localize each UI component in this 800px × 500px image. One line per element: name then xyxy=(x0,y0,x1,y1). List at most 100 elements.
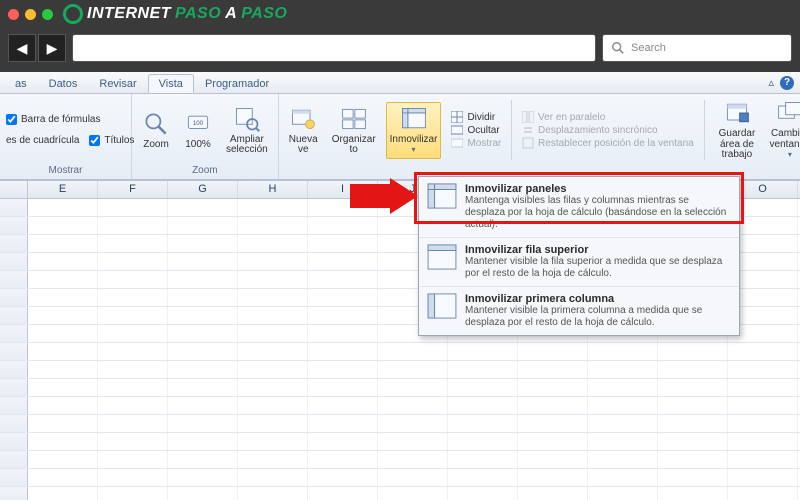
cell[interactable] xyxy=(728,343,798,360)
cell[interactable] xyxy=(658,469,728,486)
cell[interactable] xyxy=(658,487,728,500)
cell[interactable] xyxy=(28,469,98,486)
cell[interactable] xyxy=(518,379,588,396)
cell[interactable] xyxy=(238,217,308,234)
cell[interactable] xyxy=(308,451,378,468)
cell[interactable] xyxy=(98,253,168,270)
cell[interactable] xyxy=(308,469,378,486)
cell[interactable] xyxy=(308,343,378,360)
cell[interactable] xyxy=(238,199,308,216)
cell[interactable] xyxy=(98,217,168,234)
cell[interactable] xyxy=(28,235,98,252)
cell[interactable] xyxy=(448,379,518,396)
tab-partial[interactable]: as xyxy=(4,74,38,92)
cell[interactable] xyxy=(28,415,98,432)
zoom-button[interactable]: Zoom xyxy=(138,107,174,154)
cell[interactable] xyxy=(168,307,238,324)
cell[interactable] xyxy=(308,397,378,414)
cell[interactable] xyxy=(728,379,798,396)
cell[interactable] xyxy=(518,451,588,468)
cell[interactable] xyxy=(28,325,98,342)
zoom-selection-button[interactable]: Ampliar selección xyxy=(222,102,272,159)
close-window-icon[interactable] xyxy=(8,9,19,20)
browser-search[interactable]: Search xyxy=(602,34,792,62)
cell[interactable] xyxy=(98,235,168,252)
cell[interactable] xyxy=(308,325,378,342)
row-header[interactable] xyxy=(0,469,28,486)
cell[interactable] xyxy=(658,451,728,468)
cell[interactable] xyxy=(518,397,588,414)
row-header[interactable] xyxy=(0,415,28,432)
col-header[interactable]: F xyxy=(98,181,168,198)
cell[interactable] xyxy=(168,325,238,342)
cell[interactable] xyxy=(238,487,308,500)
col-header[interactable]: H xyxy=(238,181,308,198)
tab-vista[interactable]: Vista xyxy=(148,74,194,93)
cell[interactable] xyxy=(168,433,238,450)
cell[interactable] xyxy=(378,361,448,378)
cell[interactable] xyxy=(98,487,168,500)
cell[interactable] xyxy=(588,469,658,486)
cell[interactable] xyxy=(98,361,168,378)
cell[interactable] xyxy=(588,415,658,432)
cell[interactable] xyxy=(98,343,168,360)
cell[interactable] xyxy=(518,415,588,432)
switch-windows-button[interactable]: Cambiar ventanas ▾ xyxy=(766,96,800,164)
freeze-top-row-option[interactable]: Inmovilizar fila superior Mantener visib… xyxy=(419,238,739,287)
cell[interactable] xyxy=(658,415,728,432)
cell[interactable] xyxy=(448,487,518,500)
minimize-window-icon[interactable] xyxy=(25,9,36,20)
cell[interactable] xyxy=(28,487,98,500)
cell[interactable] xyxy=(28,451,98,468)
row-header[interactable] xyxy=(0,271,28,288)
cell[interactable] xyxy=(238,379,308,396)
cell[interactable] xyxy=(588,379,658,396)
cell[interactable] xyxy=(238,415,308,432)
cell[interactable] xyxy=(98,199,168,216)
cell[interactable] xyxy=(588,361,658,378)
cell[interactable] xyxy=(168,253,238,270)
cell[interactable] xyxy=(448,415,518,432)
split-button[interactable]: Dividir xyxy=(451,111,501,123)
tab-revisar[interactable]: Revisar xyxy=(88,74,147,92)
cell[interactable] xyxy=(448,469,518,486)
row-header[interactable] xyxy=(0,487,28,500)
chk-titles[interactable]: Títulos xyxy=(89,135,134,146)
cell[interactable] xyxy=(518,487,588,500)
cell[interactable] xyxy=(378,433,448,450)
cell[interactable] xyxy=(728,469,798,486)
select-all-corner[interactable] xyxy=(0,181,28,198)
col-header[interactable]: G xyxy=(168,181,238,198)
cell[interactable] xyxy=(588,433,658,450)
cell[interactable] xyxy=(168,199,238,216)
cell[interactable] xyxy=(308,487,378,500)
cell[interactable] xyxy=(168,397,238,414)
freeze-first-col-option[interactable]: Inmovilizar primera columna Mantener vis… xyxy=(419,287,739,335)
cell[interactable] xyxy=(378,379,448,396)
row-header[interactable] xyxy=(0,397,28,414)
cell[interactable] xyxy=(308,253,378,270)
cell[interactable] xyxy=(28,271,98,288)
row-header[interactable] xyxy=(0,253,28,270)
chk-formula-bar[interactable]: Barra de fórmulas xyxy=(6,114,100,125)
cell[interactable] xyxy=(168,289,238,306)
cell[interactable] xyxy=(308,217,378,234)
chk-formula-bar-input[interactable] xyxy=(6,114,17,125)
cell[interactable] xyxy=(238,289,308,306)
arrange-button[interactable]: Organizar to xyxy=(328,102,380,159)
cell[interactable] xyxy=(168,271,238,288)
row-header[interactable] xyxy=(0,307,28,324)
cell[interactable] xyxy=(308,433,378,450)
cell[interactable] xyxy=(308,415,378,432)
cell[interactable] xyxy=(168,217,238,234)
cell[interactable] xyxy=(378,415,448,432)
cell[interactable] xyxy=(168,361,238,378)
cell[interactable] xyxy=(588,451,658,468)
row-header[interactable] xyxy=(0,325,28,342)
col-header[interactable]: I xyxy=(308,181,378,198)
cell[interactable] xyxy=(168,487,238,500)
cell[interactable] xyxy=(308,271,378,288)
row-header[interactable] xyxy=(0,433,28,450)
cell[interactable] xyxy=(378,469,448,486)
cell[interactable] xyxy=(98,415,168,432)
